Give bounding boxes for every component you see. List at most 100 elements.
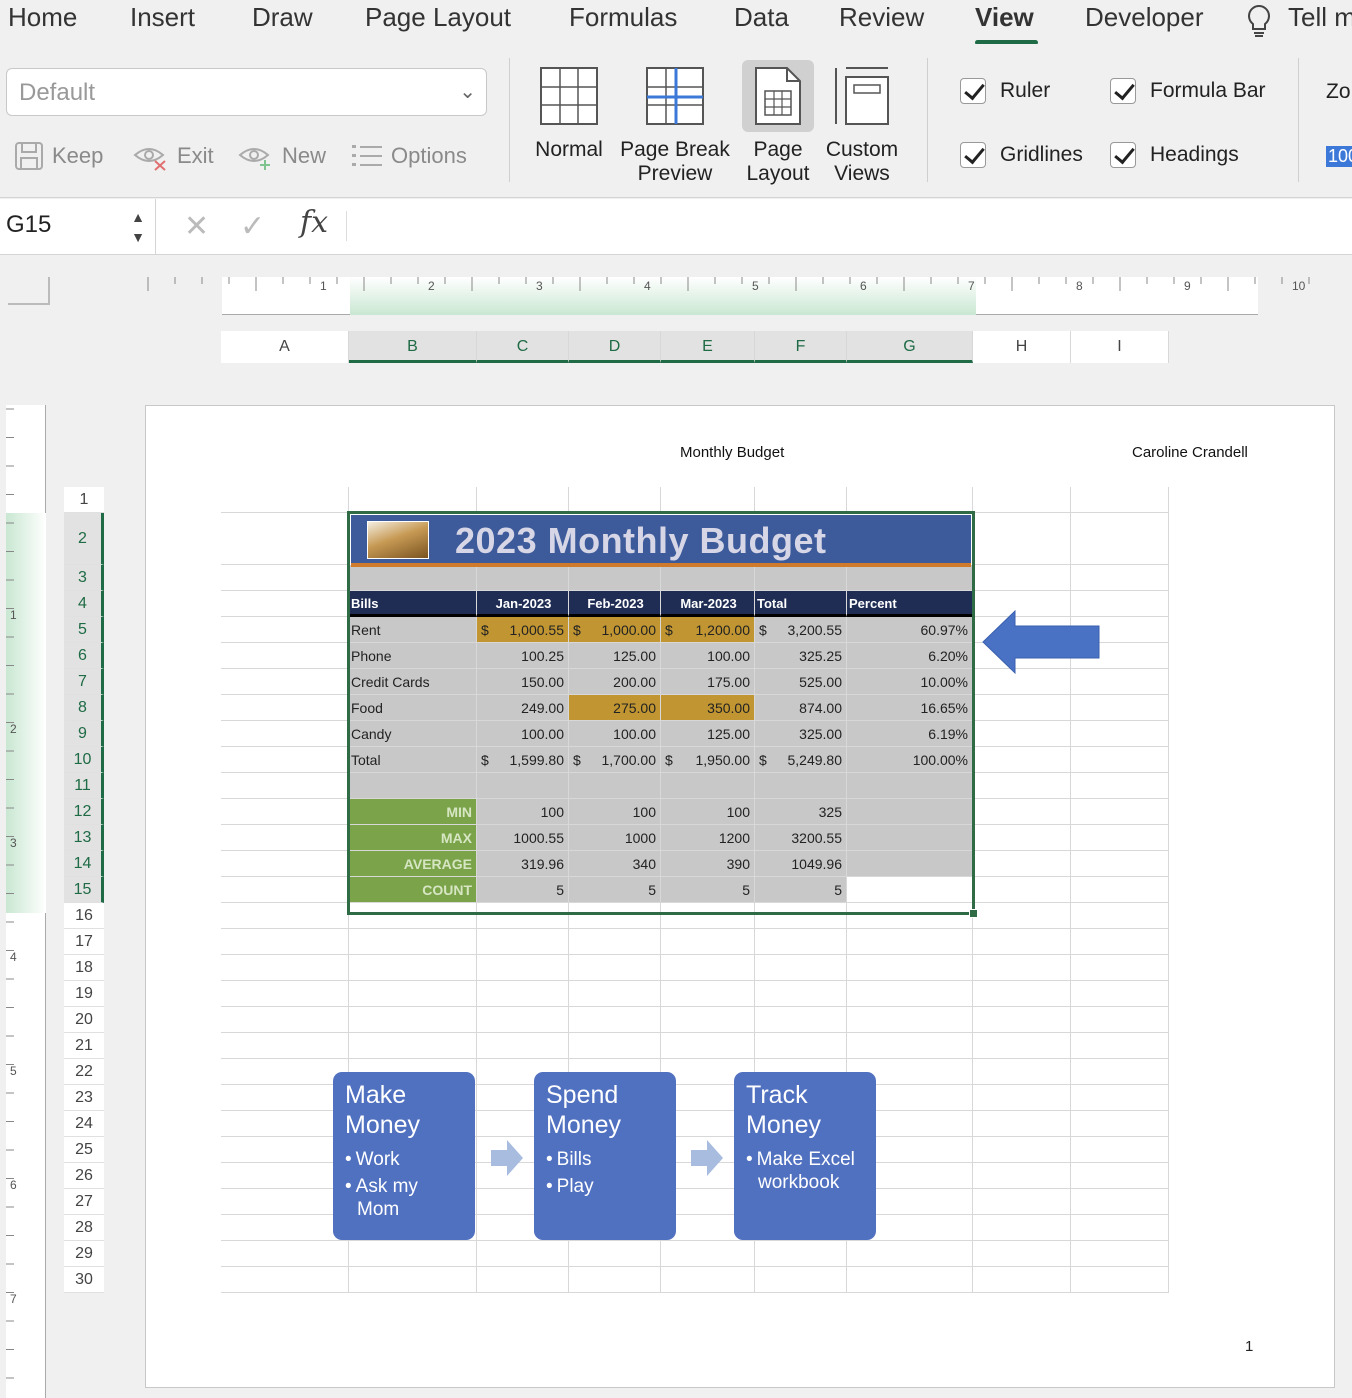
cell-h9[interactable] [973,721,1071,747]
cell-e21[interactable] [661,1033,755,1059]
cell-a27[interactable] [221,1189,349,1215]
cell-i30[interactable] [1071,1267,1169,1293]
cell-a10[interactable] [221,747,349,773]
cell-d20[interactable] [569,1007,661,1033]
tab-review[interactable]: Review [839,2,924,33]
tab-home[interactable]: Home [8,2,77,33]
row-header-21[interactable]: 21 [64,1033,104,1059]
zoom-value[interactable]: 100 [1326,146,1352,167]
tab-page-layout[interactable]: Page Layout [365,2,511,33]
cell-i8[interactable] [1071,695,1169,721]
row-header-3[interactable]: 3 [64,565,104,591]
row-header-22[interactable]: 22 [64,1059,104,1085]
cell-d19[interactable] [569,981,661,1007]
cell-h26[interactable] [973,1163,1071,1189]
cell-h20[interactable] [973,1007,1071,1033]
cell-h17[interactable] [973,929,1071,955]
row-label[interactable]: Phone [349,643,477,669]
cell-i14[interactable] [1071,851,1169,877]
cell-i2[interactable] [1071,513,1169,565]
cell-h22[interactable] [973,1059,1071,1085]
cell-e30[interactable] [661,1267,755,1293]
column-header-d[interactable]: D [569,331,661,363]
row-header-8[interactable]: 8 [64,695,104,721]
page-header-center[interactable]: Monthly Budget [680,444,784,461]
cell-c18[interactable] [477,955,569,981]
value-cell[interactable]: $1,000.55 [477,617,569,643]
cell-i1[interactable] [1071,487,1169,513]
cell-f29[interactable] [755,1241,847,1267]
value-cell[interactable]: $1,950.00 [661,747,755,773]
name-box[interactable]: G15 ▲ ▼ [0,199,156,255]
row-header-2[interactable]: 2 [64,513,104,565]
row-header-5[interactable]: 5 [64,617,104,643]
cell-f18[interactable] [755,955,847,981]
fill-handle[interactable] [969,909,978,918]
zoom-label[interactable]: Zo [1326,80,1351,104]
cell-g16[interactable] [847,903,973,929]
row-label[interactable]: Rent [349,617,477,643]
table-cell[interactable] [349,565,477,591]
active-cell-g15[interactable] [847,877,973,903]
row-header-23[interactable]: 23 [64,1085,104,1111]
stat-value[interactable]: 5 [661,877,755,903]
value-cell[interactable]: 275.00 [569,695,661,721]
cell-f1[interactable] [755,487,847,513]
cell-a1[interactable] [221,487,349,513]
select-all-button[interactable] [8,277,50,305]
column-header-b[interactable]: B [349,331,477,363]
percent-cell[interactable]: 60.97% [847,617,973,643]
cell-a5[interactable] [221,617,349,643]
cell-g21[interactable] [847,1033,973,1059]
value-cell[interactable]: $1,700.00 [569,747,661,773]
cell-a29[interactable] [221,1241,349,1267]
column-heading-percent[interactable]: Percent [847,591,973,617]
value-cell[interactable]: 350.00 [661,695,755,721]
row-header-12[interactable]: 12 [64,799,104,825]
cell-i12[interactable] [1071,799,1169,825]
table-cell[interactable] [847,825,973,851]
cell-i26[interactable] [1071,1163,1169,1189]
value-cell[interactable]: 100.00 [477,721,569,747]
table-cell[interactable] [349,773,477,799]
cell-h10[interactable] [973,747,1071,773]
cell-d29[interactable] [569,1241,661,1267]
stat-value[interactable]: 325 [755,799,847,825]
normal-view-button[interactable]: Normal [532,60,606,162]
custom-views-button[interactable]: Custom Views [822,60,902,186]
table-cell[interactable] [477,565,569,591]
cell-h21[interactable] [973,1033,1071,1059]
cell-i25[interactable] [1071,1137,1169,1163]
cell-b16[interactable] [349,903,477,929]
cell-h1[interactable] [973,487,1071,513]
column-heading-bills[interactable]: Bills [349,591,477,617]
stat-label[interactable]: MIN [349,799,477,825]
cell-g20[interactable] [847,1007,973,1033]
cell-b20[interactable] [349,1007,477,1033]
cell-a3[interactable] [221,565,349,591]
value-cell[interactable]: $1,599.80 [477,747,569,773]
stat-value[interactable]: 1049.96 [755,851,847,877]
cell-a13[interactable] [221,825,349,851]
cell-a7[interactable] [221,669,349,695]
value-cell[interactable]: 874.00 [755,695,847,721]
cell-a17[interactable] [221,929,349,955]
cell-g19[interactable] [847,981,973,1007]
stat-value[interactable]: 5 [755,877,847,903]
cell-a12[interactable] [221,799,349,825]
row-header-14[interactable]: 14 [64,851,104,877]
value-cell[interactable]: $5,249.80 [755,747,847,773]
cell-g30[interactable] [847,1267,973,1293]
row-header-15[interactable]: 15 [64,877,104,903]
row-header-1[interactable]: 1 [64,487,104,513]
stat-value[interactable]: 5 [569,877,661,903]
keep-button[interactable]: Keep [14,138,103,174]
percent-cell[interactable]: 6.20% [847,643,973,669]
column-heading-mar[interactable]: Mar-2023 [661,591,755,617]
cell-b18[interactable] [349,955,477,981]
cell-a23[interactable] [221,1085,349,1111]
cell-e16[interactable] [661,903,755,929]
stat-value[interactable]: 1000.55 [477,825,569,851]
cancel-icon[interactable]: ✕ [184,209,209,244]
cell-i18[interactable] [1071,955,1169,981]
